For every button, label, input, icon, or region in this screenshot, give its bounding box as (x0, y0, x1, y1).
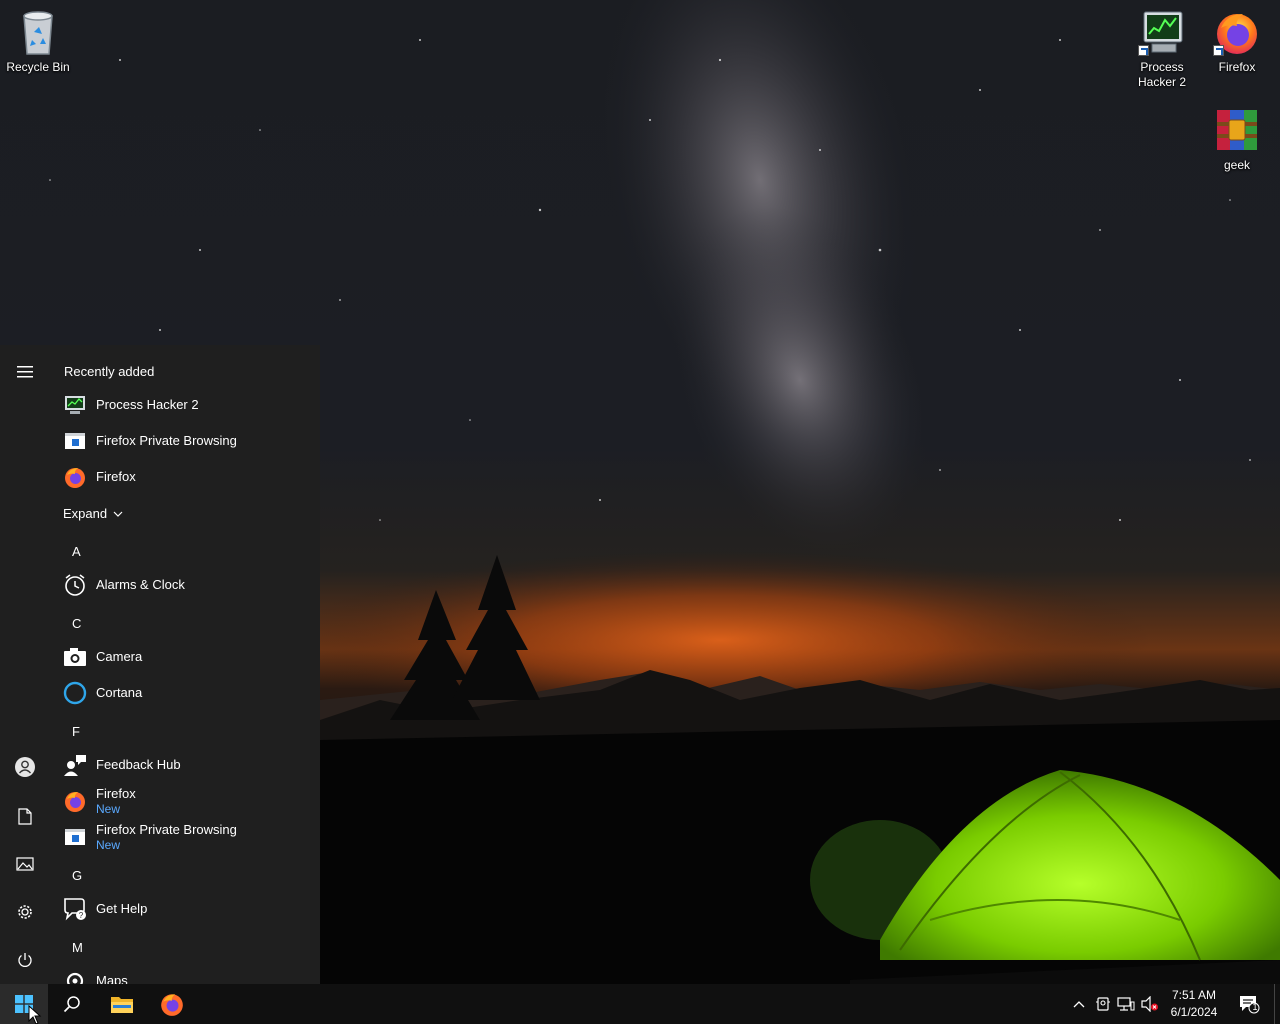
taskbar-clock[interactable]: 7:51 AM 6/1/2024 (1162, 987, 1226, 1021)
new-badge: New (96, 802, 121, 816)
app-maps[interactable]: Maps (62, 964, 312, 984)
volume-muted-icon[interactable] (1140, 994, 1160, 1014)
cortana-icon (62, 680, 88, 706)
app-firefox[interactable]: Firefox New (62, 784, 312, 818)
firefox-private-icon (62, 824, 88, 850)
desktop-icon-label: Recycle Bin (6, 60, 70, 74)
app-label: Maps (96, 973, 128, 984)
app-label: Firefox Private Browsing (96, 433, 237, 448)
clock-time: 7:51 AM (1171, 988, 1217, 1002)
group-letter-m[interactable]: M (72, 940, 83, 955)
group-letter-c[interactable]: C (72, 616, 81, 631)
app-label-block: Firefox New (96, 786, 136, 816)
action-center-button[interactable]: 1 (1237, 994, 1261, 1014)
firefox-icon (62, 788, 88, 814)
clock-date: 6/1/2024 (1170, 1005, 1218, 1019)
show-hidden-icons-chevron-icon[interactable] (1069, 994, 1089, 1014)
hamburger-menu-icon[interactable] (8, 355, 42, 389)
recent-app-process-hacker[interactable]: Process Hacker 2 (62, 388, 312, 422)
firefox-icon (1213, 8, 1261, 56)
documents-icon[interactable] (8, 799, 42, 833)
notification-count: 1 (1252, 1002, 1258, 1012)
show-desktop-button[interactable] (1274, 984, 1280, 1024)
recently-added-header: Recently added (64, 364, 155, 379)
new-badge: New (96, 838, 121, 852)
desktop-icon-label: geek (1223, 158, 1251, 172)
svg-text:?: ? (79, 911, 84, 920)
start-menu-rail (0, 345, 48, 984)
process-hacker-icon (1138, 8, 1186, 56)
settings-gear-icon[interactable] (8, 895, 42, 929)
firefox-icon (161, 994, 183, 1016)
firefox-private-icon (62, 428, 88, 454)
desktop-icon-label: Firefox (1218, 60, 1256, 74)
alarm-clock-icon (62, 572, 88, 598)
search-button[interactable] (48, 984, 96, 1024)
desktop-icon-label-line1: Process (1140, 60, 1184, 74)
shortcut-arrow-icon (1138, 45, 1149, 56)
recycle-bin-icon (14, 8, 62, 56)
desktop-icon-firefox[interactable]: Firefox (1199, 8, 1275, 75)
app-label: Process Hacker 2 (96, 397, 199, 412)
app-label: Camera (96, 649, 143, 664)
file-explorer-icon (111, 997, 133, 1013)
taskbar: 7:51 AM 6/1/2024 1 (0, 984, 1280, 1024)
app-label: Feedback Hub (96, 757, 181, 772)
expand-label: Expand (63, 506, 108, 521)
network-icon[interactable] (1116, 994, 1136, 1014)
winrar-archive-icon (1213, 106, 1261, 154)
group-letter-a[interactable]: A (72, 544, 81, 559)
firefox-taskbar-button[interactable] (148, 984, 196, 1024)
group-letter-f[interactable]: F (72, 724, 80, 739)
expand-button[interactable]: Expand (63, 506, 123, 521)
app-label: Firefox Private Browsing (96, 822, 237, 837)
shortcut-arrow-icon (1213, 45, 1224, 56)
group-letter-g[interactable]: G (72, 868, 82, 883)
app-feedback-hub[interactable]: Feedback Hub (62, 748, 312, 782)
get-help-icon: ? (62, 896, 88, 922)
recent-app-firefox[interactable]: Firefox (62, 460, 312, 494)
desktop-icon-label-line2: Hacker 2 (1137, 75, 1187, 89)
chevron-down-icon (113, 511, 123, 517)
app-firefox-private[interactable]: Firefox Private Browsing New (62, 820, 312, 854)
desktop-icon-recycle-bin[interactable]: Recycle Bin (0, 8, 76, 75)
app-label: Firefox (96, 786, 136, 801)
app-alarms-clock[interactable]: Alarms & Clock (62, 568, 312, 602)
pictures-icon[interactable] (8, 847, 42, 881)
process-hacker-icon (62, 392, 88, 418)
start-app-list[interactable]: Recently added Process Hacker 2 Firefox … (48, 345, 320, 984)
power-icon[interactable] (8, 943, 42, 977)
app-label-block: Firefox Private Browsing New (96, 822, 237, 852)
search-icon (63, 996, 80, 1013)
app-camera[interactable]: Camera (62, 640, 312, 674)
app-cortana[interactable]: Cortana (62, 676, 312, 710)
file-explorer-button[interactable] (98, 984, 146, 1024)
app-label: Alarms & Clock (96, 577, 185, 592)
app-label: Cortana (96, 685, 143, 700)
mouse-cursor-icon (28, 1005, 42, 1024)
camera-icon (62, 644, 88, 670)
app-label: Get Help (96, 901, 148, 916)
user-account-icon[interactable] (8, 750, 42, 784)
meet-now-icon[interactable] (1093, 994, 1113, 1014)
app-get-help[interactable]: ? Get Help (62, 892, 312, 926)
start-menu: Recently added Process Hacker 2 Firefox … (0, 345, 320, 984)
recent-app-firefox-private[interactable]: Firefox Private Browsing (62, 424, 312, 458)
app-label: Firefox (96, 469, 136, 484)
feedback-hub-icon (62, 752, 88, 778)
desktop-icon-process-hacker[interactable]: Process Hacker 2 (1124, 8, 1200, 90)
maps-icon (62, 968, 88, 984)
desktop-icon-geek[interactable]: geek (1199, 106, 1275, 173)
firefox-icon (62, 464, 88, 490)
